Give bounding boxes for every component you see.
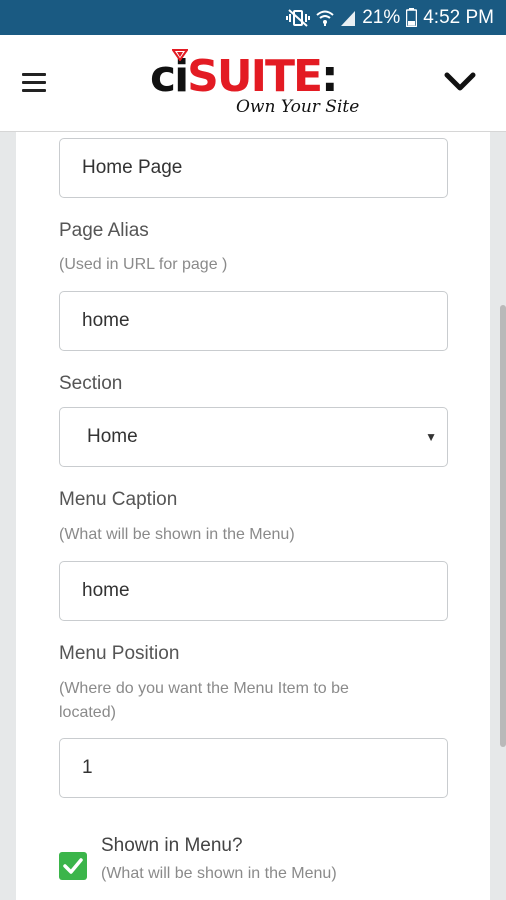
page-alias-input[interactable]: home	[59, 291, 448, 351]
menu-caption-help: (What will be shown in the Menu)	[59, 526, 295, 543]
vibrate-mute-icon	[286, 8, 311, 27]
dropdown-arrow-icon: ▼	[425, 430, 437, 444]
section-label: Section	[59, 373, 123, 394]
signal-icon	[340, 9, 356, 27]
menu-caption-input[interactable]: home	[59, 561, 448, 621]
section-select[interactable]: Home ▼	[59, 407, 448, 467]
page-title-input[interactable]: Home Page	[59, 138, 448, 198]
status-bar: 21% 4:52 PM	[0, 0, 506, 35]
menu-icon[interactable]	[22, 73, 48, 95]
menu-caption-label: Menu Caption	[59, 489, 178, 510]
clock: 4:52 PM	[423, 6, 494, 28]
menu-position-input[interactable]: 1	[59, 738, 448, 798]
battery-percent: 21%	[362, 6, 401, 28]
checkmark-icon	[63, 858, 83, 874]
shown-in-menu-checkbox[interactable]	[59, 852, 87, 880]
app-header: ciSUITE: Own Your Site	[0, 35, 506, 132]
shown-in-menu-label: Shown in Menu?	[101, 835, 243, 856]
page-alias-label: Page Alias	[59, 220, 149, 241]
menu-position-label: Menu Position	[59, 643, 180, 664]
logo-tagline: Own Your Site	[236, 97, 360, 117]
wifi-icon	[316, 9, 334, 27]
section-select-value: Home	[87, 426, 138, 447]
battery-icon	[406, 8, 418, 27]
chevron-down-icon[interactable]	[444, 71, 476, 93]
menu-position-help: (Where do you want the Menu Item to be l…	[59, 680, 349, 721]
logo: ciSUITE: Own Your Site	[150, 47, 360, 127]
logo-triangle-icon	[172, 49, 188, 61]
page-form: Home Page Page Alias (Used in URL for pa…	[16, 132, 490, 900]
page-alias-help: (Used in URL for page )	[59, 256, 228, 273]
shown-in-menu-help: (What will be shown in the Menu)	[101, 865, 337, 882]
scrollbar[interactable]	[500, 305, 506, 747]
